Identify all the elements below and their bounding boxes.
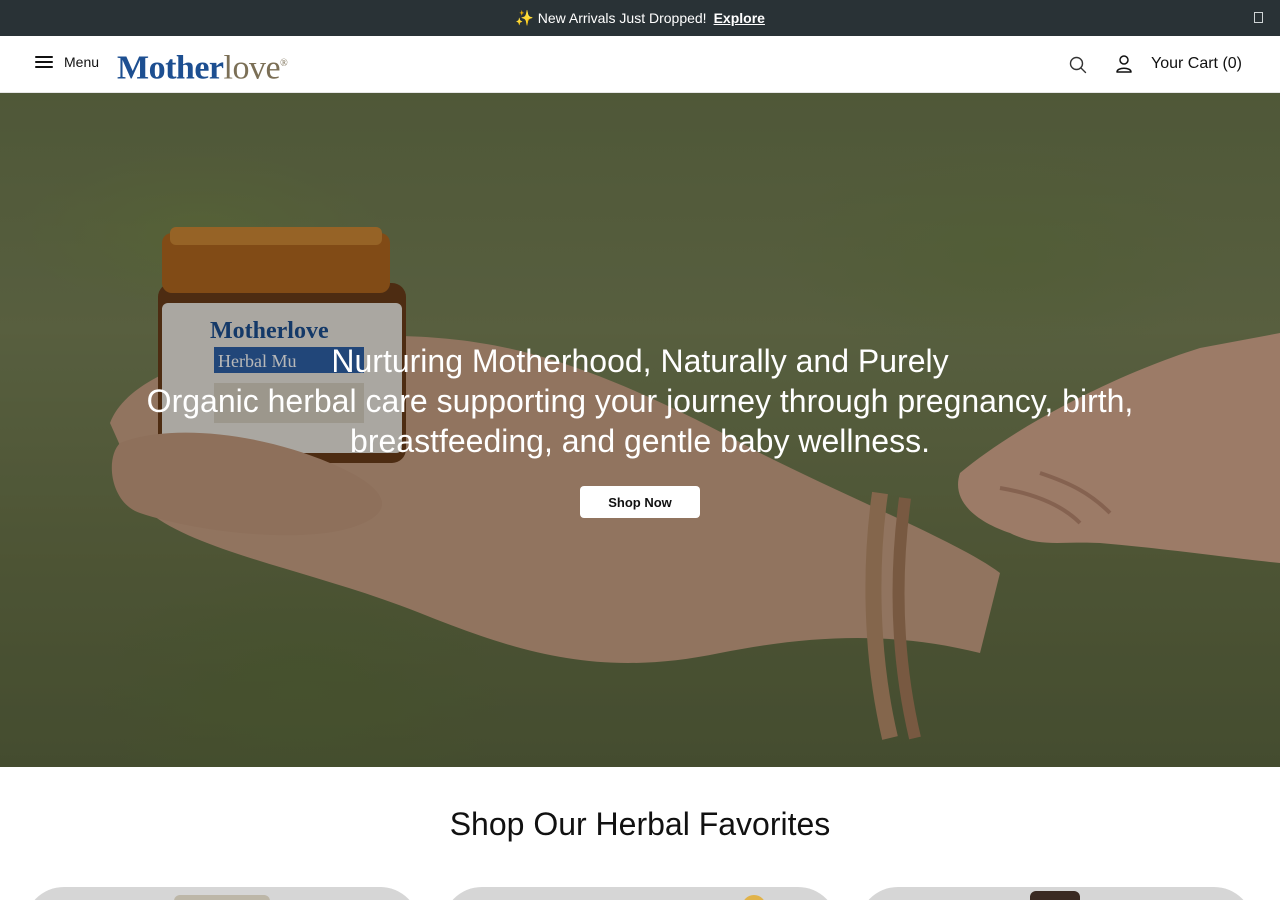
cart-link[interactable]: Your Cart (0) (1151, 55, 1242, 73)
product-card[interactable] (24, 887, 420, 900)
close-icon[interactable] (1254, 12, 1263, 23)
menu-button[interactable]: Menu (35, 54, 99, 70)
announcement-explore-link[interactable]: Explore (714, 10, 765, 26)
product-image (1030, 891, 1080, 900)
brand-logo[interactable]: Motherlove® (117, 45, 288, 87)
shop-now-button[interactable]: Shop Now (580, 486, 700, 518)
hero-banner: Motherlove Herbal Mu Nurturing Motherhoo… (0, 93, 1280, 767)
site-header: Menu Motherlove® Your Cart (0) (0, 36, 1280, 93)
product-card[interactable] (442, 887, 838, 900)
sparkles-icon: ✨ (515, 10, 534, 27)
logo-text-love: love (223, 49, 281, 87)
menu-label: Menu (64, 54, 100, 70)
product-image (742, 895, 766, 900)
hero-text-block: Nurturing Motherhood, Naturally and Pure… (0, 341, 1280, 461)
hamburger-icon (35, 55, 53, 69)
hero-subtitle: Organic herbal care supporting your jour… (146, 383, 1134, 459)
announcement-bar: ✨ New Arrivals Just Dropped! Explore (0, 0, 1280, 36)
hero-title: Nurturing Motherhood, Naturally and Pure… (331, 343, 949, 379)
logo-text-mother: Mother (117, 49, 224, 87)
product-image (174, 895, 270, 900)
search-icon[interactable] (1068, 55, 1088, 75)
logo-registered-mark: ® (280, 58, 288, 69)
product-card[interactable] (858, 887, 1254, 900)
announcement-text: New Arrivals Just Dropped! (537, 10, 707, 26)
favorites-heading: Shop Our Herbal Favorites (449, 806, 831, 842)
account-icon[interactable] (1115, 54, 1133, 74)
